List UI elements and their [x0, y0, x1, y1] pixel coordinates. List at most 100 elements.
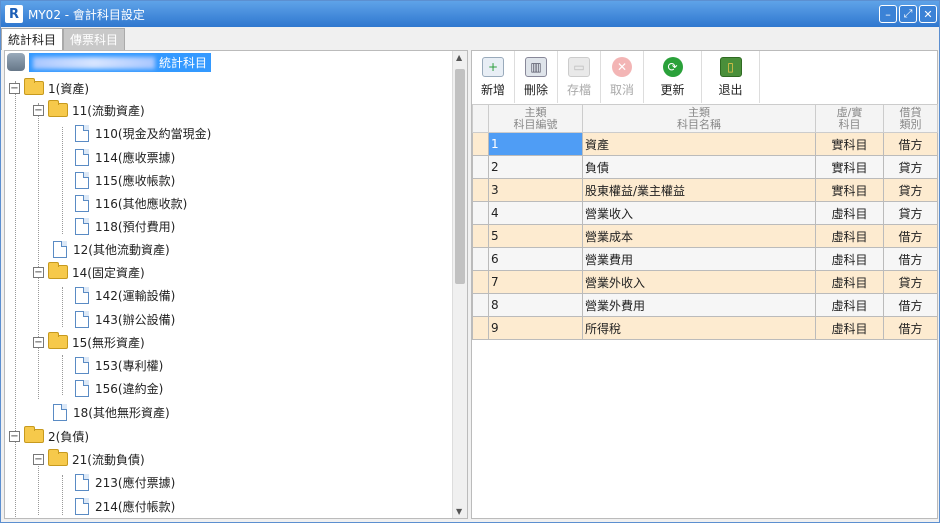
tree-node[interactable]: − 1(資產) [9, 77, 89, 99]
table-row[interactable]: 3 股東權益/業主權益 實科目 貸方 [472, 178, 938, 202]
column-header-name[interactable]: 主類 科目名稱 [582, 104, 816, 133]
tab-voucher-accounts[interactable]: 傳票科目 [63, 28, 126, 50]
tree-node[interactable]: − 2(負債) [9, 425, 89, 447]
document-icon [75, 286, 89, 304]
cell-code[interactable]: 8 [488, 293, 583, 317]
cell-debit-credit[interactable]: 貸方 [883, 201, 938, 225]
table-row[interactable]: 1 資產 實科目 借方 [472, 132, 938, 156]
cell-name[interactable]: 營業收入 [582, 201, 816, 225]
tree-node-label: 110(現金及約當現金) [95, 126, 212, 141]
document-icon [75, 379, 89, 397]
tree-node[interactable]: − 21(流動負債) [33, 448, 145, 470]
table-row[interactable]: 2 負債 實科目 貸方 [472, 155, 938, 179]
refresh-label: 更新 [660, 82, 685, 97]
scrollbar-thumb[interactable] [455, 69, 465, 284]
cell-type[interactable]: 實科目 [815, 132, 884, 156]
minimize-button[interactable]: – [879, 5, 897, 23]
tree-node[interactable]: 114(應收票據) [75, 146, 175, 168]
table-row[interactable]: 7 營業外收入 虛科目 貸方 [472, 270, 938, 294]
cell-type[interactable]: 虛科目 [815, 201, 884, 225]
cell-debit-credit[interactable]: 貸方 [883, 155, 938, 179]
cell-name[interactable]: 股東權益/業主權益 [582, 178, 816, 202]
scroll-up-icon[interactable]: ▲ [456, 53, 462, 62]
collapse-icon[interactable]: − [33, 104, 44, 116]
cell-name[interactable]: 所得稅 [582, 316, 816, 340]
tab-statistics-accounts[interactable]: 統計科目 [1, 28, 64, 50]
collapse-icon[interactable]: − [9, 430, 20, 442]
cell-type[interactable]: 實科目 [815, 178, 884, 202]
tree-node[interactable]: 214(應付帳款) [75, 495, 175, 517]
collapse-icon[interactable]: − [33, 453, 44, 465]
cell-name[interactable]: 營業外收入 [582, 270, 816, 294]
tree-node[interactable]: 156(違約金) [75, 377, 163, 399]
tree-node-label: 2(負債) [48, 429, 89, 444]
cell-debit-credit[interactable]: 借方 [883, 293, 938, 317]
tree-node[interactable]: 142(運輸設備) [75, 284, 175, 306]
cell-type[interactable]: 虛科目 [815, 316, 884, 340]
tree-node[interactable]: 213(應付票據) [75, 471, 175, 493]
table-row[interactable]: 6 營業費用 虛科目 借方 [472, 247, 938, 271]
maximize-button[interactable]: ⤢ [899, 5, 917, 23]
collapse-icon[interactable]: − [33, 336, 44, 348]
delete-button[interactable]: ▥ 刪除 [515, 51, 558, 103]
cell-code[interactable]: 2 [488, 155, 583, 179]
table-row[interactable]: 8 營業外費用 虛科目 借方 [472, 293, 938, 317]
cell-type[interactable]: 虛科目 [815, 224, 884, 248]
collapse-icon[interactable]: − [9, 82, 20, 94]
cell-code[interactable]: 7 [488, 270, 583, 294]
cell-type[interactable]: 虛科目 [815, 293, 884, 317]
tree-node-label: 143(辦公設備) [95, 312, 176, 327]
scroll-down-icon[interactable]: ▼ [456, 507, 462, 516]
cell-name[interactable]: 營業外費用 [582, 293, 816, 317]
cell-code[interactable]: 6 [488, 247, 583, 271]
table-row[interactable]: 5 營業成本 虛科目 借方 [472, 224, 938, 248]
refresh-button[interactable]: ⟳ 更新 [644, 51, 702, 103]
cell-debit-credit[interactable]: 貸方 [883, 178, 938, 202]
collapse-icon[interactable]: − [33, 266, 44, 278]
tree-root[interactable]: 統計科目 [7, 51, 212, 73]
cell-debit-credit[interactable]: 借方 [883, 224, 938, 248]
tree-node[interactable]: 18(其他無形資產) [53, 401, 170, 423]
cell-type[interactable]: 實科目 [815, 155, 884, 179]
cell-name[interactable]: 負債 [582, 155, 816, 179]
tree-node[interactable]: − 14(固定資產) [33, 261, 145, 283]
tree-node-label: 118(預付費用) [95, 219, 176, 234]
cell-name[interactable]: 資產 [582, 132, 816, 156]
cell-code[interactable]: 9 [488, 316, 583, 340]
cancel-button[interactable]: ✕ 取消 [601, 51, 644, 103]
save-button[interactable]: ▭ 存檔 [558, 51, 601, 103]
tree-node[interactable]: 115(應收帳款) [75, 169, 175, 191]
exit-button[interactable]: ▯ 退出 [702, 51, 760, 103]
cell-code[interactable]: 3 [488, 178, 583, 202]
tree-node[interactable]: − 15(無形資產) [33, 331, 145, 353]
tree-scrollbar[interactable]: ▲ ▼ [452, 51, 467, 518]
table-row[interactable]: 9 所得稅 虛科目 借方 [472, 316, 938, 340]
tree-node-label: 213(應付票據) [95, 475, 176, 490]
column-header-type[interactable]: 虛/實 科目 [815, 104, 884, 133]
trash-icon: ▥ [525, 56, 547, 77]
cell-code[interactable]: 5 [488, 224, 583, 248]
close-button[interactable]: ✕ [919, 5, 937, 23]
tree-node[interactable]: 116(其他應收款) [75, 192, 187, 214]
table-row[interactable]: 4 營業收入 虛科目 貸方 [472, 201, 938, 225]
tree-node[interactable]: 12(其他流動資產) [53, 238, 170, 260]
tree-node[interactable]: 143(辦公設備) [75, 308, 175, 330]
row-indicator [472, 132, 489, 156]
tree-node[interactable]: 153(專利權) [75, 354, 163, 376]
cell-debit-credit[interactable]: 借方 [883, 132, 938, 156]
add-button[interactable]: + 新增 [472, 51, 515, 103]
tree-node[interactable]: 110(現金及約當現金) [75, 122, 211, 144]
column-header-debit-credit[interactable]: 借貸 類別 [883, 104, 938, 133]
column-header-code[interactable]: 主類 科目編號 [488, 104, 583, 133]
tree-node[interactable]: − 11(流動資產) [33, 99, 145, 121]
cell-debit-credit[interactable]: 借方 [883, 247, 938, 271]
cell-code[interactable]: 1 [488, 132, 583, 156]
tree-node[interactable]: 118(預付費用) [75, 215, 175, 237]
cell-type[interactable]: 虛科目 [815, 247, 884, 271]
cell-debit-credit[interactable]: 借方 [883, 316, 938, 340]
cell-name[interactable]: 營業費用 [582, 247, 816, 271]
cell-debit-credit[interactable]: 貸方 [883, 270, 938, 294]
cell-name[interactable]: 營業成本 [582, 224, 816, 248]
cell-code[interactable]: 4 [488, 201, 583, 225]
cell-type[interactable]: 虛科目 [815, 270, 884, 294]
